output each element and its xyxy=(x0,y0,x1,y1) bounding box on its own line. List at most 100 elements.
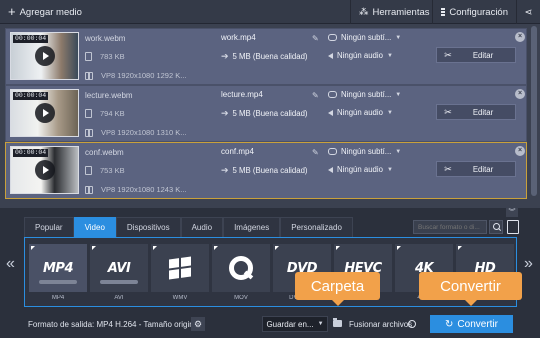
edit-button[interactable]: ✂ Editar xyxy=(436,47,516,63)
chevron-down-icon: ▼ xyxy=(395,148,402,155)
video-thumbnail[interactable]: 00:00:04 xyxy=(10,89,79,137)
duration-badge: 00:00:04 xyxy=(13,149,49,157)
remove-file-icon[interactable]: × xyxy=(515,32,525,42)
plus-icon: + xyxy=(8,4,16,19)
play-icon[interactable] xyxy=(35,46,55,66)
format-mp4[interactable]: MP4 MP4 xyxy=(29,244,87,301)
play-icon[interactable] xyxy=(35,160,55,180)
output-filename[interactable]: conf.mp4 xyxy=(221,147,254,156)
scissors-icon: ✂ xyxy=(444,163,452,174)
source-filename: lecture.webm xyxy=(85,91,133,100)
output-format-label: Formato de salida: MP4 H.264 - Tamaño or… xyxy=(28,320,200,329)
format-avi[interactable]: AVI AVI xyxy=(90,244,148,301)
chevron-right-icon[interactable]: » xyxy=(524,255,533,273)
output-size[interactable]: ➔ 5 MB (Buena calidad) xyxy=(221,51,308,62)
rename-pencil-icon[interactable]: ✎ xyxy=(312,148,319,157)
subtitles-icon xyxy=(328,91,337,98)
speaker-icon xyxy=(328,166,333,173)
audio-label: Ningún audio xyxy=(337,165,383,174)
callout-convert: Convertir xyxy=(419,272,522,306)
tools-button[interactable]: ⁂ Herramientas xyxy=(350,0,432,24)
settings-label: Configuración xyxy=(449,6,508,18)
remove-file-icon[interactable]: × xyxy=(515,146,525,156)
edit-button[interactable]: ✂ Editar xyxy=(436,104,516,120)
subtitles-dropdown[interactable]: Ningún subtí... ▼ xyxy=(328,90,401,99)
output-size-label: 5 MB (Buena calidad) xyxy=(232,109,308,118)
format-search-input[interactable] xyxy=(413,220,487,234)
rename-pencil-icon[interactable]: ✎ xyxy=(312,91,319,100)
chevron-down-icon: ▼ xyxy=(395,91,402,98)
magic-wand-icon: ⁂ xyxy=(359,6,369,18)
file-row[interactable]: 00:00:04 work.webm 783 KB VP8 1920x1080 … xyxy=(5,28,527,85)
tab-video[interactable]: Video xyxy=(73,217,116,237)
menu-icon xyxy=(441,7,446,18)
output-size-label: 5 MB (Buena calidad) xyxy=(232,52,308,61)
play-icon[interactable] xyxy=(35,103,55,123)
arrow-right-icon: ➔ xyxy=(221,165,229,175)
source-codec: VP8 1920x1080 1292 K... xyxy=(101,71,187,80)
device-detect-icon[interactable] xyxy=(507,220,519,234)
format-wmv[interactable]: WMV xyxy=(151,244,209,301)
source-size: 783 KB xyxy=(100,52,125,61)
rename-pencil-icon[interactable]: ✎ xyxy=(312,34,319,43)
audio-label: Ningún audio xyxy=(337,51,383,60)
merge-files-toggle[interactable] xyxy=(408,320,416,328)
chevron-down-icon: ▼ xyxy=(386,52,393,59)
output-size[interactable]: ➔ 5 MB (Buena calidad) xyxy=(221,165,308,176)
file-row[interactable]: 00:00:04 lecture.webm 794 KB VP8 1920x10… xyxy=(5,85,527,142)
scrollbar-thumb[interactable] xyxy=(531,26,537,196)
source-codec: VP8 1920x1080 1310 K... xyxy=(101,128,187,137)
audio-dropdown[interactable]: Ningún audio ▼ xyxy=(328,108,393,117)
tab-custom[interactable]: Personalizado xyxy=(280,217,353,237)
subtitles-label: Ningún subtí... xyxy=(341,33,392,42)
audio-dropdown[interactable]: Ningún audio ▼ xyxy=(328,51,393,60)
convert-button[interactable]: ↻ Convertir xyxy=(430,315,513,333)
save-to-dropdown[interactable]: Guardar en... ▼ xyxy=(262,316,328,332)
chevron-down-icon: ▼ xyxy=(386,166,393,173)
tab-audio[interactable]: Audio xyxy=(180,217,224,237)
edit-label: Editar xyxy=(472,164,494,174)
convert-label: Convertir xyxy=(457,318,498,330)
format-mov[interactable]: MOV xyxy=(212,244,270,301)
subtitles-label: Ningún subtí... xyxy=(341,147,392,156)
share-button[interactable]: ⋖ xyxy=(516,0,540,24)
video-codec-icon xyxy=(85,128,93,137)
callout-folder: Carpeta xyxy=(295,272,380,306)
chevron-down-icon: ▼ xyxy=(317,321,324,327)
audio-label: Ningún audio xyxy=(337,108,383,117)
format-caption: MOV xyxy=(234,295,248,301)
avi-logo: AVI xyxy=(107,260,131,276)
tab-images[interactable]: Imágenes xyxy=(223,217,281,237)
subtitles-dropdown[interactable]: Ningún subtí... ▼ xyxy=(328,147,401,156)
output-size[interactable]: ➔ 5 MB (Buena calidad) xyxy=(221,108,308,119)
quicktime-logo-icon xyxy=(229,256,253,280)
format-caption: WMV xyxy=(172,295,188,301)
share-icon: ⋖ xyxy=(524,6,533,18)
tab-popular[interactable]: Popular xyxy=(24,217,74,237)
search-icon[interactable] xyxy=(489,220,503,234)
subtitles-dropdown[interactable]: Ningún subtí... ▼ xyxy=(328,33,401,42)
chevron-left-icon[interactable]: « xyxy=(6,255,15,273)
edit-button[interactable]: ✂ Editar xyxy=(436,161,516,177)
source-size: 794 KB xyxy=(100,109,125,118)
duration-badge: 00:00:04 xyxy=(13,35,49,43)
file-icon xyxy=(85,166,92,175)
output-filename[interactable]: lecture.mp4 xyxy=(221,90,263,99)
folder-icon[interactable] xyxy=(333,318,342,327)
gear-icon[interactable]: ⚙ xyxy=(191,317,205,331)
add-media-button[interactable]: + Agregar medio xyxy=(0,0,90,24)
audio-dropdown[interactable]: Ningún audio ▼ xyxy=(328,165,393,174)
remove-file-icon[interactable]: × xyxy=(515,89,525,99)
add-media-label: Agregar medio xyxy=(19,6,82,18)
tab-devices[interactable]: Dispositivos xyxy=(115,217,181,237)
subtitles-icon xyxy=(328,34,337,41)
arrow-right-icon: ➔ xyxy=(221,108,229,118)
video-thumbnail[interactable]: 00:00:04 xyxy=(10,146,79,194)
file-row-selected[interactable]: 00:00:04 conf.webm 753 KB VP8 1920x1080 … xyxy=(5,142,527,199)
settings-button[interactable]: Configuración xyxy=(432,0,516,24)
collapse-chevron-icon[interactable]: ︾ xyxy=(506,208,518,217)
speaker-icon xyxy=(328,52,333,59)
subtitles-icon xyxy=(328,148,337,155)
video-thumbnail[interactable]: 00:00:04 xyxy=(10,32,79,80)
output-filename[interactable]: work.mp4 xyxy=(221,33,256,42)
